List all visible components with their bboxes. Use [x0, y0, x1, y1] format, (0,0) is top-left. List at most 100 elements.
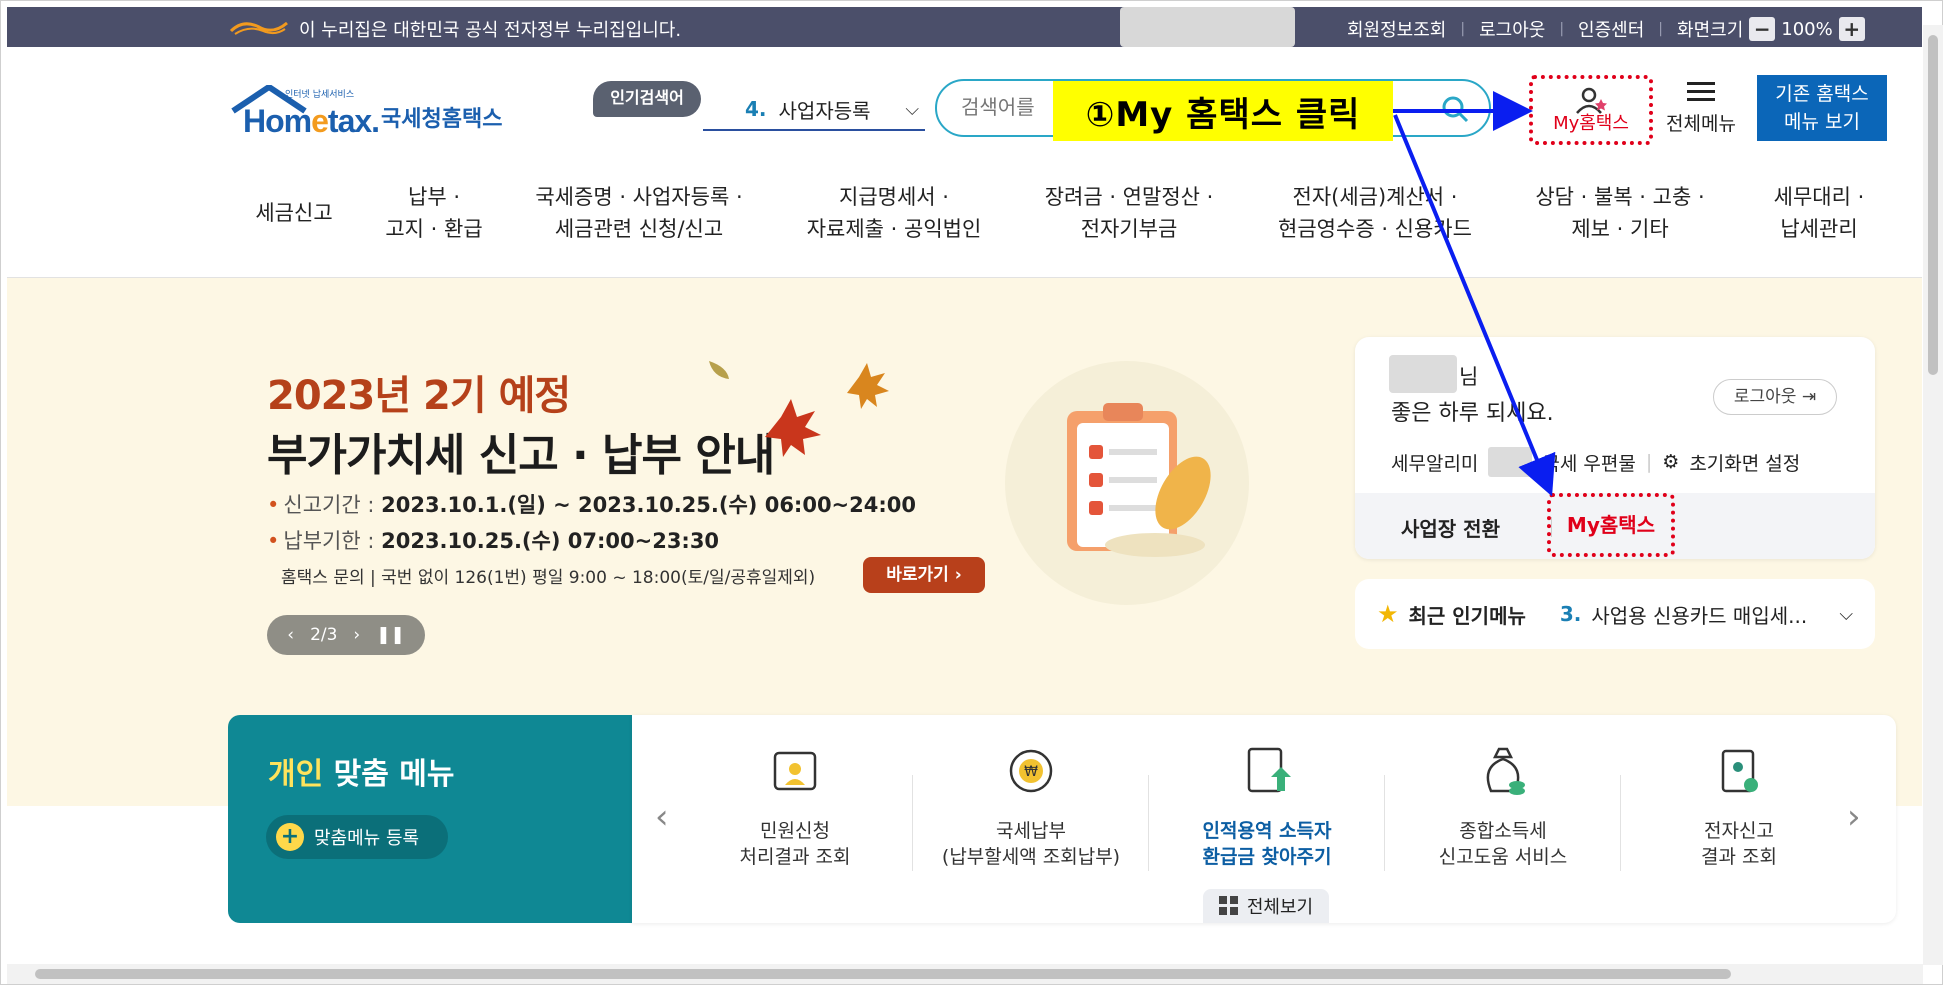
screen-size-label: 화면크기 — [1677, 20, 1744, 41]
zoom-value: 100% — [1781, 18, 1833, 40]
scroll-check-icon — [1721, 749, 1758, 793]
card-logout-button[interactable]: 로그아웃 ⇥ — [1713, 379, 1837, 415]
document-user-icon — [773, 751, 817, 791]
banner-title-main: 부가가치세 신고 · 납부 안내 — [267, 430, 775, 481]
popular-search-badge: 인기검색어 — [593, 81, 701, 117]
nav-payment[interactable]: 납부 · 고지 · 환급 — [359, 181, 509, 271]
pause-icon[interactable]: ❚❚ — [376, 625, 405, 645]
recent-label: 최근 인기메뉴 — [1408, 603, 1526, 628]
view-all-button[interactable]: 전체보기 — [1203, 889, 1329, 923]
nav-e-invoice[interactable]: 전자(세금)계산서 · 현금영수증 · 신용카드 — [1239, 181, 1511, 271]
banner-contact: 홈택스 문의 | 국번 없이 126(1번) 평일 9:00 ~ 18:00(토… — [281, 568, 816, 588]
bullet-icon: • — [267, 529, 280, 553]
legacy-line2: 메뉴 보기 — [1784, 111, 1860, 133]
member-info-link[interactable]: 회원정보조회 — [1347, 16, 1446, 42]
service-tax-payment[interactable]: ₩ 국세납부 (납부할세액 조회납부) — [913, 741, 1149, 870]
banner-go-button[interactable]: 바로가기 › — [863, 557, 985, 593]
clipboard-icon — [1067, 403, 1211, 557]
all-menu-label: 전체메뉴 — [1666, 113, 1736, 135]
brand-wordmark: Hometax. — [243, 103, 380, 139]
divider: | — [1460, 21, 1466, 37]
brand-subtitle: 인터넷 납세서비스 — [285, 90, 355, 100]
personal-menu-panel: 개인 맞춤 메뉴 + 맞춤메뉴 등록 — [228, 715, 632, 923]
service-income-tax-help[interactable]: 종합소득세 신고도움 서비스 — [1385, 741, 1621, 870]
redacted-count — [1488, 447, 1533, 477]
nav-consulting[interactable]: 상담 · 불복 · 고충 · 제보 · 기타 — [1511, 181, 1729, 271]
logout-icon: ⇥ — [1801, 387, 1817, 407]
egov-logo-icon — [229, 21, 288, 35]
autumn-leaves-icon — [709, 361, 889, 457]
divider: | — [1559, 21, 1565, 37]
honorific: 님 — [1459, 365, 1479, 389]
divider: | — [1658, 21, 1664, 37]
legacy-menu-button[interactable]: 기존 홈택스 메뉴 보기 — [1757, 75, 1887, 141]
bullet-icon: • — [267, 493, 280, 517]
banner-pager: ‹ 2/3 › ❚❚ — [267, 615, 425, 655]
logout-link[interactable]: 로그아웃 — [1479, 16, 1545, 42]
nav-tax-agent[interactable]: 세무대리 · 납세관리 — [1729, 181, 1909, 271]
horizontal-scrollbar[interactable] — [7, 964, 1923, 984]
redacted-username — [1389, 355, 1457, 393]
divider: | — [1645, 451, 1653, 473]
service-refund-finder[interactable]: 인적용역 소득자 환급금 찾아주기 — [1149, 741, 1385, 870]
legacy-line1: 기존 홈택스 — [1775, 83, 1869, 105]
carousel-prev-icon[interactable]: ‹ — [655, 797, 669, 837]
cert-center-link[interactable]: 인증센터 — [1578, 16, 1644, 42]
chevron-down-icon: ⌵ — [905, 99, 919, 120]
personal-menu-title: 개인 맞춤 메뉴 — [268, 757, 455, 792]
zoom-in-button[interactable]: + — [1838, 17, 1865, 41]
my-hometax-label: My홈택스 — [1553, 113, 1629, 134]
recent-item: 사업용 신용카드 매입세... — [1591, 603, 1808, 628]
next-arrow-icon[interactable]: › — [353, 625, 360, 645]
vertical-scrollbar[interactable] — [1923, 25, 1943, 965]
register-custom-menu-button[interactable]: + 맞춤메뉴 등록 — [266, 815, 448, 859]
nav-statements[interactable]: 지급명세서 · 자료제출 · 공익법인 — [769, 181, 1019, 271]
browser-viewport: 이 누리집은 대한민국 공식 전자정부 누리집입니다. 회원정보조회 | 로그아… — [0, 0, 1943, 985]
chevron-down-icon[interactable]: ⌵ — [1839, 604, 1853, 625]
popular-item: 사업자등록 — [778, 98, 871, 123]
tax-mail-link[interactable]: 국세 우편물 — [1542, 449, 1635, 476]
gov-notice-text: 이 누리집은 대한민국 공식 전자정부 누리집입니다. — [299, 20, 682, 41]
instruction-callout: ①My 홈택스 클릭 — [1053, 81, 1393, 141]
scroll-thumb[interactable] — [35, 969, 1731, 979]
svg-text:₩: ₩ — [1024, 764, 1038, 780]
grid-icon — [1218, 896, 1238, 915]
my-hometax-header-button[interactable]: My홈택스 — [1529, 75, 1653, 145]
service-e-filing-results[interactable]: 전자신고 결과 조회 — [1621, 741, 1857, 870]
won-coin-icon: ₩ — [1009, 749, 1053, 793]
my-hometax-card-button[interactable]: My홈택스 — [1547, 493, 1675, 557]
pager-count: 2/3 — [310, 625, 338, 645]
service-civil-results[interactable]: 민원신청 처리결과 조회 — [677, 741, 913, 870]
hometax-logo[interactable]: 인터넷 납세서비스 Hometax. 국세청홈택스 — [229, 77, 509, 147]
recent-rank: 3. — [1559, 602, 1582, 626]
money-bag-icon — [1486, 747, 1525, 795]
recent-popular-menu[interactable]: ★ 최근 인기메뉴 3. 사업용 신용카드 매입세... ⌵ — [1355, 579, 1875, 649]
search-icon[interactable] — [1439, 93, 1471, 125]
main-navigation: 세금신고 납부 · 고지 · 환급 국세증명 · 사업자등록 · 세금관련 신청/신… — [229, 181, 1909, 271]
nav-incentives[interactable]: 장려금 · 연말정산 · 전자기부금 — [1019, 181, 1239, 271]
brand-korean-name: 국세청홈택스 — [381, 107, 503, 132]
scroll-thumb[interactable] — [1928, 35, 1938, 375]
greeting-text: 좋은 하루 되세요. — [1391, 401, 1554, 426]
nav-certificates[interactable]: 국세증명 · 사업자등록 · 세금관련 신청/신고 — [509, 181, 769, 271]
prev-arrow-icon[interactable]: ‹ — [287, 625, 294, 645]
hamburger-icon — [1687, 82, 1715, 101]
gear-icon: ⚙ — [1662, 451, 1680, 473]
popular-search-select[interactable]: 4. 사업자등록 ⌵ — [703, 89, 925, 131]
popular-rank: 4. — [745, 97, 767, 121]
star-icon: ★ — [1377, 600, 1399, 628]
nav-tax-filing[interactable]: 세금신고 — [229, 181, 359, 271]
document-arrow-icon — [1247, 747, 1291, 793]
banner-title-year: 2023년 2기 예정 — [267, 373, 571, 419]
home-settings-link[interactable]: 초기화면 설정 — [1689, 449, 1800, 476]
switch-business-button[interactable]: 사업장 전환 — [1401, 513, 1500, 542]
redacted-user-area — [1120, 7, 1295, 47]
gov-notice-bar: 이 누리집은 대한민국 공식 전자정부 누리집입니다. 회원정보조회 | 로그아… — [7, 7, 1922, 47]
banner-filing-period: • 신고기간 : 2023.10.1.(일) ~ 2023.10.25.(수) 0… — [267, 493, 916, 517]
plus-icon: + — [276, 823, 304, 851]
banner-payment-deadline: • 납부기한 : 2023.10.25.(수) 07:00~23:30 — [267, 529, 720, 553]
clipboard-illustration — [1005, 361, 1249, 605]
zoom-out-button[interactable]: − — [1749, 17, 1776, 41]
tax-alarm-link[interactable]: 세무알리미 — [1391, 449, 1478, 476]
all-menu-button[interactable]: 전체메뉴 — [1659, 81, 1743, 136]
